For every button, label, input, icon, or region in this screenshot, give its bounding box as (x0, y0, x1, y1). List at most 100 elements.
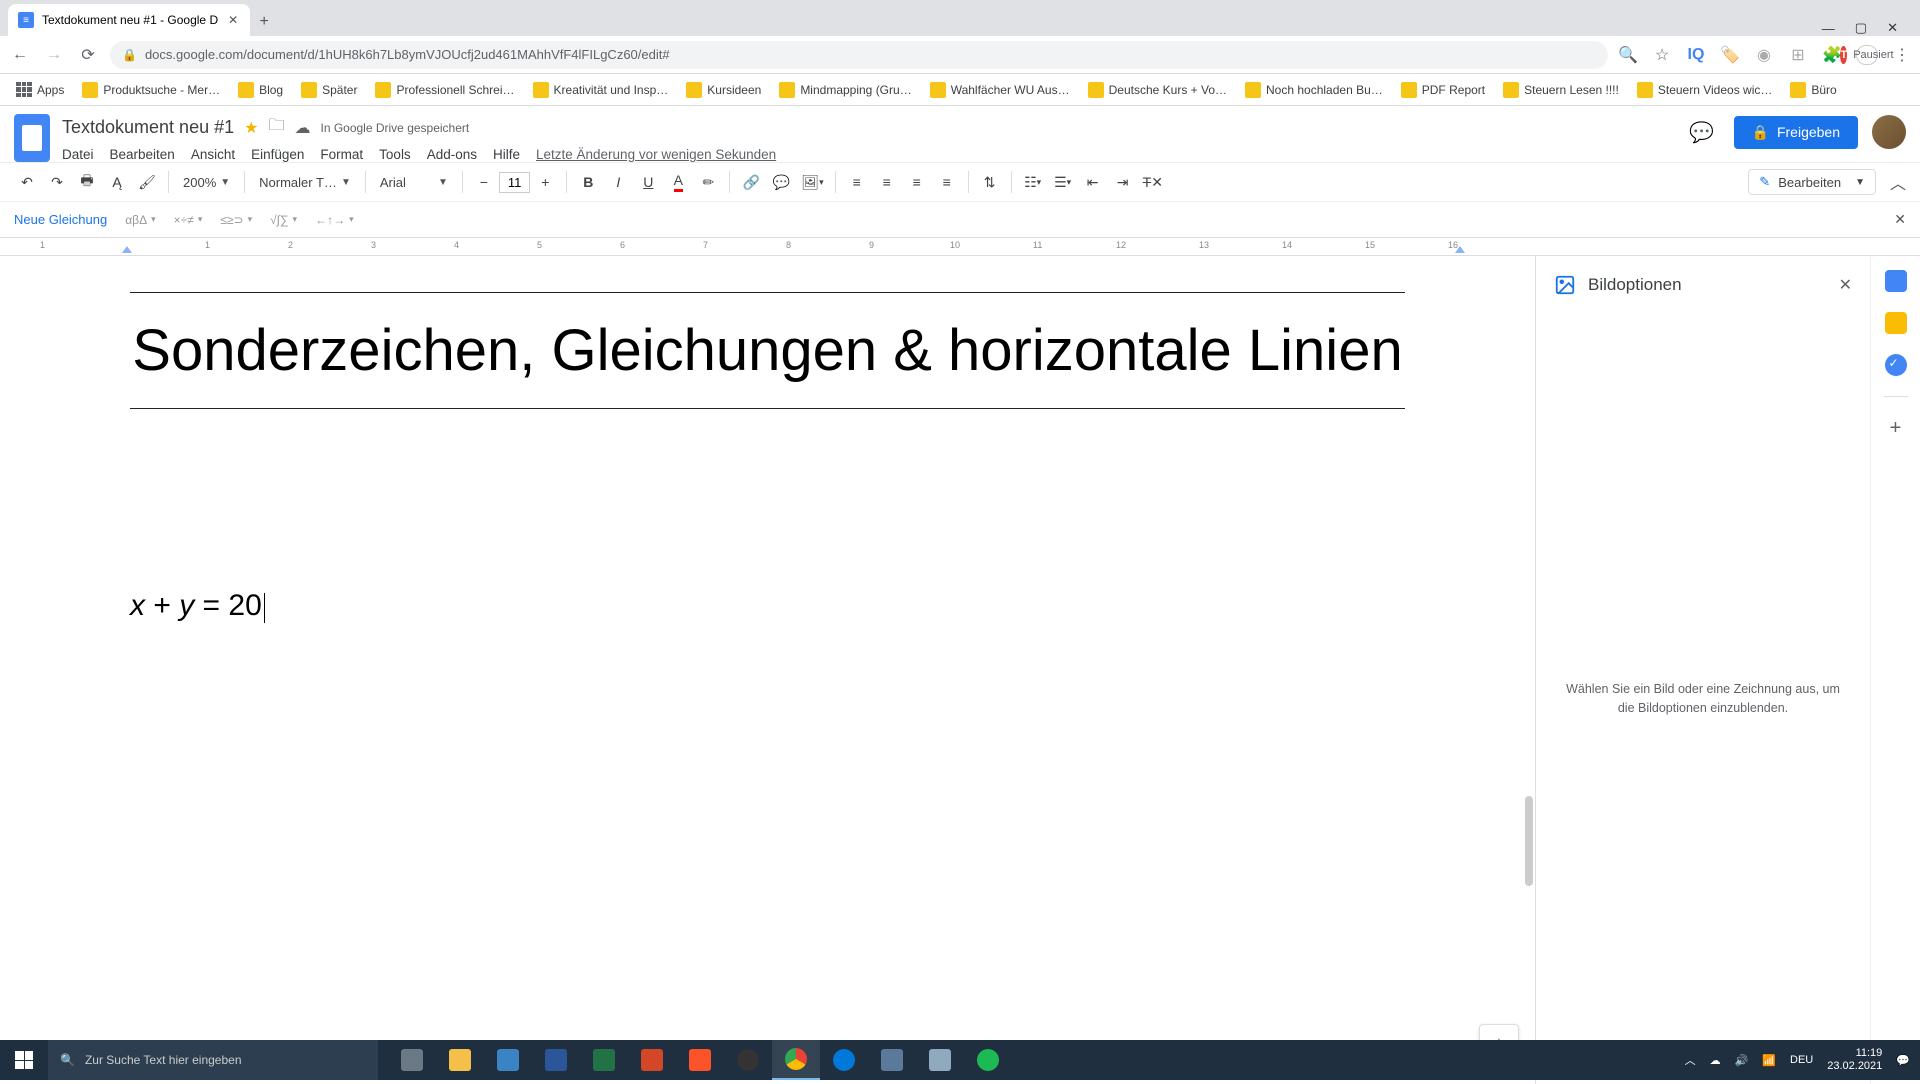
maximize-icon[interactable]: ▢ (1855, 20, 1867, 36)
edge-icon[interactable] (484, 1040, 532, 1080)
onedrive-icon[interactable]: ☁ (1710, 1054, 1721, 1067)
document-heading[interactable]: Sonderzeichen, Gleichungen & horizontale… (130, 299, 1405, 402)
relations-dropdown[interactable]: ≤≥⊃ ▾ (220, 213, 252, 227)
close-equation-toolbar-icon[interactable]: ✕ (1894, 211, 1906, 228)
excel-icon[interactable] (580, 1040, 628, 1080)
menu-help[interactable]: Hilfe (493, 147, 520, 162)
undo-button[interactable]: ↶ (14, 169, 40, 195)
edge-chromium-icon[interactable] (820, 1040, 868, 1080)
italic-button[interactable]: I (605, 169, 631, 195)
browser-tab[interactable]: ≡ Textdokument neu #1 - Google D ✕ (8, 4, 250, 36)
last-edit-link[interactable]: Letzte Änderung vor wenigen Sekunden (536, 147, 776, 162)
collapse-toolbar-button[interactable]: ︿ (1890, 170, 1906, 194)
volume-icon[interactable]: 🔊 (1735, 1054, 1749, 1067)
bold-button[interactable]: B (575, 169, 601, 195)
align-left-button[interactable]: ≡ (844, 169, 870, 195)
move-icon[interactable]: 🗀 (268, 114, 284, 141)
extension-icon-3[interactable]: ⊞ (1788, 45, 1808, 65)
spotify-icon[interactable] (964, 1040, 1012, 1080)
document-canvas[interactable]: Sonderzeichen, Gleichungen & horizontale… (0, 256, 1535, 1084)
chrome-menu-icon[interactable]: ⋮ (1892, 45, 1912, 65)
menu-tools[interactable]: Tools (379, 147, 411, 162)
math-ops-dropdown[interactable]: √∫∑ ▾ (270, 213, 297, 227)
profile-paused-button[interactable]: T Pausiert (1856, 45, 1878, 65)
underline-button[interactable]: U (635, 169, 661, 195)
notifications-icon[interactable]: 💬 (1896, 1054, 1910, 1067)
document-title-input[interactable]: Textdokument neu #1 (62, 117, 234, 138)
insert-link-button[interactable]: 🔗 (738, 169, 764, 195)
back-button[interactable]: ← (8, 43, 32, 67)
bookmark-item[interactable]: Deutsche Kurs + Vo… (1082, 78, 1233, 102)
print-button[interactable]: 🖶 (74, 169, 100, 195)
menu-insert[interactable]: Einfügen (251, 147, 304, 162)
extension-icon-1[interactable]: 🏷️ (1720, 45, 1740, 65)
paint-format-button[interactable]: 🖌 (134, 169, 160, 195)
zoom-indicator-icon[interactable]: 🔍 (1618, 45, 1638, 65)
reload-button[interactable]: ⟳ (76, 43, 100, 67)
bookmark-item[interactable]: Kreativität und Insp… (527, 78, 675, 102)
align-right-button[interactable]: ≡ (904, 169, 930, 195)
close-tab-icon[interactable]: ✕ (226, 13, 240, 27)
bookmark-item[interactable]: Professionell Schrei… (369, 78, 520, 102)
bulleted-list-button[interactable]: ☰▾ (1050, 169, 1076, 195)
font-select[interactable]: Arial▼ (374, 173, 454, 192)
new-equation-button[interactable]: Neue Gleichung (14, 212, 107, 227)
clear-format-button[interactable]: T✕ (1140, 169, 1166, 195)
style-select[interactable]: Normaler T…▼ (253, 173, 357, 192)
notepad-icon[interactable] (916, 1040, 964, 1080)
close-window-icon[interactable]: ✕ (1887, 20, 1898, 36)
menu-addons[interactable]: Add-ons (427, 147, 477, 162)
bookmark-item[interactable]: Mindmapping (Gru… (773, 78, 917, 102)
close-panel-icon[interactable]: ✕ (1839, 275, 1852, 295)
bookmark-star-icon[interactable]: ☆ (1652, 45, 1672, 65)
tray-expand-icon[interactable]: ︿ (1685, 1052, 1696, 1068)
bookmark-item[interactable]: Steuern Videos wic… (1631, 78, 1779, 102)
read-icon[interactable]: IQ (1686, 45, 1706, 65)
account-avatar[interactable] (1872, 115, 1906, 149)
task-view-button[interactable] (388, 1040, 436, 1080)
language-indicator[interactable]: DEU (1790, 1054, 1813, 1066)
start-button[interactable] (0, 1040, 48, 1080)
font-size-increase[interactable]: + (532, 169, 558, 195)
calendar-addon-icon[interactable] (1885, 270, 1907, 292)
bookmark-item[interactable]: Wahlfächer WU Aus… (924, 78, 1076, 102)
insert-image-button[interactable]: 🖼▾ (798, 169, 826, 195)
word-icon[interactable] (532, 1040, 580, 1080)
font-size-input[interactable]: 11 (499, 172, 531, 193)
menu-view[interactable]: Ansicht (191, 147, 235, 162)
decrease-indent-button[interactable]: ⇤ (1080, 169, 1106, 195)
tasks-addon-icon[interactable] (1885, 354, 1907, 376)
minimize-icon[interactable]: — (1822, 21, 1835, 36)
bookmark-item[interactable]: Produktsuche - Mer… (76, 78, 226, 102)
bookmark-item[interactable]: Später (295, 78, 363, 102)
operators-dropdown[interactable]: ×÷≠ ▾ (174, 213, 203, 227)
text-color-button[interactable]: A (665, 169, 691, 195)
url-input[interactable]: 🔒 docs.google.com/document/d/1hUH8k6h7Lb… (110, 41, 1608, 69)
zoom-select[interactable]: 200%▼ (177, 173, 236, 192)
extensions-puzzle-icon[interactable]: 🧩 (1822, 45, 1842, 65)
taskbar-search-input[interactable]: 🔍 Zur Suche Text hier eingeben (48, 1040, 378, 1080)
spellcheck-button[interactable]: Ą (104, 169, 130, 195)
left-indent-marker[interactable] (122, 246, 132, 253)
new-tab-button[interactable]: + (250, 8, 278, 36)
editing-mode-select[interactable]: ✎ Bearbeiten ▼ (1748, 169, 1876, 195)
bookmark-item[interactable]: PDF Report (1395, 78, 1491, 102)
increase-indent-button[interactable]: ⇥ (1110, 169, 1136, 195)
equation-text[interactable]: x + y = 20 (130, 589, 1405, 623)
insert-comment-button[interactable]: 💬 (768, 169, 794, 195)
comments-button[interactable]: 💬 (1684, 114, 1720, 150)
bookmark-item[interactable]: Kursideen (680, 78, 767, 102)
font-size-decrease[interactable]: − (471, 169, 497, 195)
menu-file[interactable]: Datei (62, 147, 94, 162)
keep-addon-icon[interactable] (1885, 312, 1907, 334)
get-addons-button[interactable]: + (1890, 417, 1902, 440)
redo-button[interactable]: ↷ (44, 169, 70, 195)
docs-logo[interactable] (14, 114, 50, 162)
menu-format[interactable]: Format (320, 147, 363, 162)
apps-button[interactable]: Apps (10, 78, 70, 102)
align-justify-button[interactable]: ≡ (934, 169, 960, 195)
line-spacing-button[interactable]: ⇅ (977, 169, 1003, 195)
scrollbar-thumb[interactable] (1525, 796, 1533, 886)
brave-icon[interactable] (676, 1040, 724, 1080)
arrows-dropdown[interactable]: ←↑→ ▾ (315, 213, 354, 227)
